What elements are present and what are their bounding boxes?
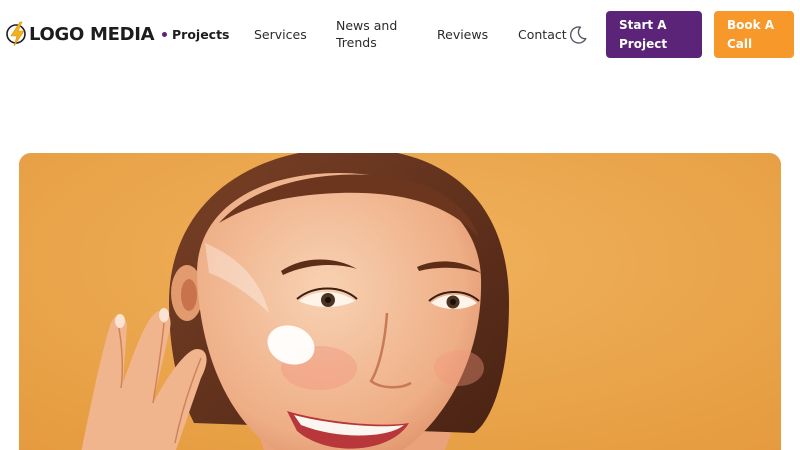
start-project-button[interactable]: Start A Project: [606, 11, 702, 58]
active-nav-indicator: [162, 32, 167, 37]
hero-illustration: [19, 153, 781, 450]
nav-contact[interactable]: Contact: [518, 26, 567, 43]
nav-reviews[interactable]: Reviews: [437, 26, 488, 43]
lightning-bolt-icon: [6, 21, 26, 47]
nav-news-and-trends[interactable]: News and Trends: [336, 17, 402, 51]
logo-text: LOGO MEDIA: [29, 23, 155, 45]
logo[interactable]: LOGO MEDIA: [6, 20, 155, 48]
book-call-button[interactable]: Book A Call: [714, 11, 794, 58]
landing-page: LOGO MEDIA Projects Services News and Tr…: [0, 0, 800, 450]
nav-services[interactable]: Services: [254, 26, 307, 43]
nav-projects[interactable]: Projects: [172, 26, 230, 43]
moon-icon[interactable]: [568, 25, 588, 45]
hero-image: [19, 153, 781, 450]
